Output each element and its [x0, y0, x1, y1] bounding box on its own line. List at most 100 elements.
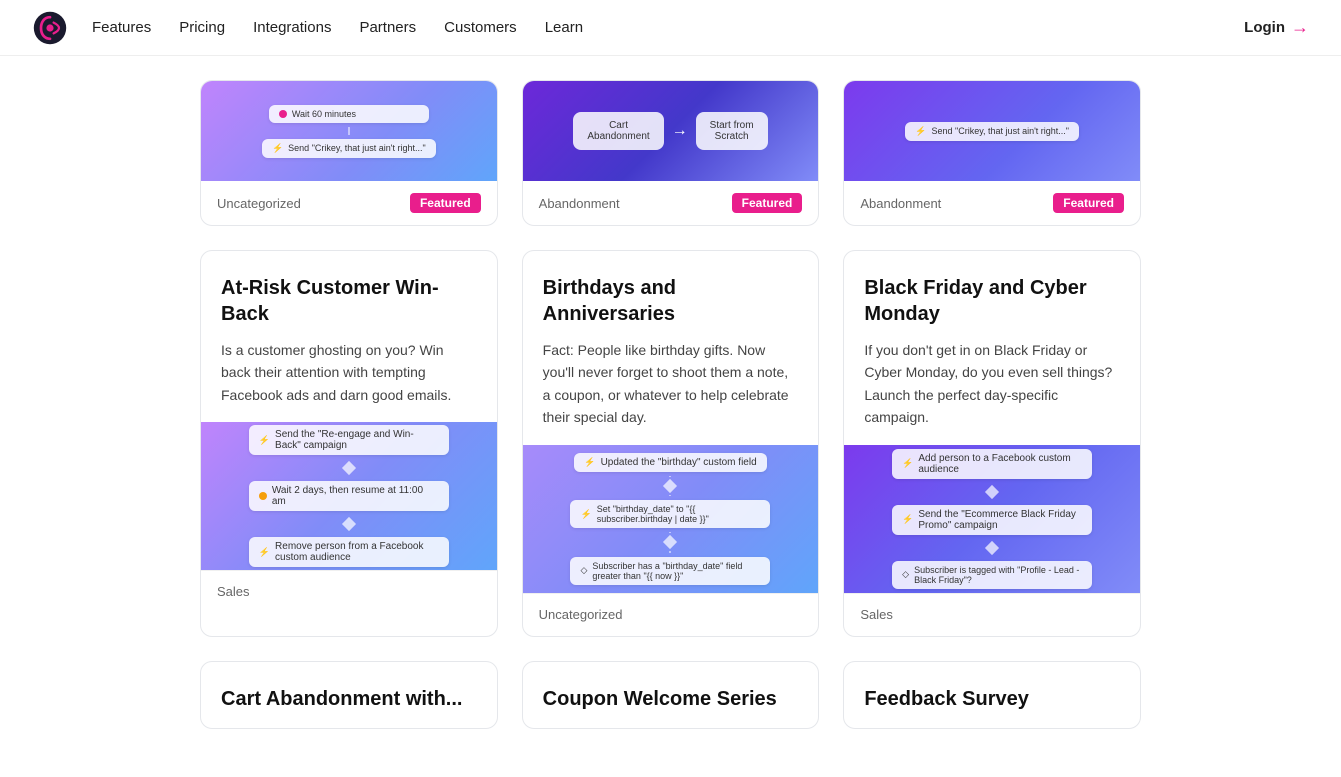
card-title: At-Risk Customer Win-Back	[221, 275, 477, 327]
workflow-node: ⚡ Set "birthday_date" to "{{ subscriber.…	[570, 500, 770, 528]
card-workflow-image: ⚡ Add person to a Facebook custom audien…	[844, 445, 1140, 593]
nav-integrations[interactable]: Integrations	[253, 19, 331, 36]
card-category: Uncategorized	[217, 196, 301, 211]
nav-customers[interactable]: Customers	[444, 19, 517, 36]
workflow-diagram: ⚡ Updated the "birthday" custom field ⚡ …	[523, 445, 819, 593]
card-category: Sales	[217, 584, 250, 599]
card-desc: Fact: People like birthday gifts. Now yo…	[543, 339, 799, 429]
workflow-node: ◇ Subscriber has a "birthday_date" field…	[570, 557, 770, 585]
bottom-card-3[interactable]: Feedback Survey	[843, 661, 1141, 729]
card-workflow-image: ⚡ Updated the "birthday" custom field ⚡ …	[523, 445, 819, 593]
card-category: Abandonment	[539, 196, 620, 211]
connector	[669, 532, 671, 533]
node-label: Wait 2 days, then resume at 11:00 am	[272, 485, 439, 507]
top-card-3-image: ⚡ Send "Crikey, that just ain't right...…	[844, 81, 1140, 181]
node-label: Wait 60 minutes	[292, 109, 356, 119]
card-body: Cart Abandonment with...	[201, 662, 497, 728]
diamond-icon	[985, 540, 999, 554]
card-title: Coupon Welcome Series	[543, 686, 799, 712]
connector	[669, 551, 671, 552]
workflow-node: Wait 2 days, then resume at 11:00 am	[249, 481, 449, 511]
node-label: Send the "Ecommerce Black Friday Promo" …	[918, 509, 1082, 531]
workflow-node: ⚡ Add person to a Facebook custom audien…	[892, 449, 1092, 479]
login-label: Login	[1244, 19, 1285, 36]
nav-features[interactable]: Features	[92, 19, 151, 36]
card-body: Coupon Welcome Series	[523, 662, 819, 728]
login-arrow-icon: →	[1291, 17, 1309, 38]
card-category: Abandonment	[860, 196, 941, 211]
nav-learn[interactable]: Learn	[545, 19, 583, 36]
black-friday-card[interactable]: Black Friday and Cyber Monday If you don…	[843, 250, 1141, 637]
card-workflow-image: ⚡ Send the "Re-engage and Win-Back" camp…	[201, 422, 497, 570]
login-button[interactable]: Login →	[1244, 17, 1309, 38]
workflow-node: ⚡ Send "Crikey, that just ain't right...…	[262, 139, 436, 158]
lightning-icon: ⚡	[584, 457, 595, 468]
dot-icon	[279, 110, 287, 118]
lightning-icon: ⚡	[259, 547, 270, 558]
workflow-diagram-1: Wait 60 minutes ⚡ Send "Crikey, that jus…	[201, 81, 497, 181]
card-footer: Sales	[844, 593, 1140, 636]
featured-badge: Featured	[1053, 193, 1124, 213]
workflow-diagram-3: ⚡ Send "Crikey, that just ain't right...…	[844, 81, 1140, 181]
card-footer: Uncategorized Featured	[201, 181, 497, 225]
card-title: Feedback Survey	[864, 686, 1120, 712]
top-card-2-image: CartAbandonment → Start fromScratch	[523, 81, 819, 181]
workflow-diagram-2: CartAbandonment → Start fromScratch	[523, 81, 819, 181]
card-footer: Abandonment Featured	[523, 181, 819, 225]
top-card-2[interactable]: CartAbandonment → Start fromScratch Aban…	[522, 80, 820, 226]
lightning-icon: ⚡	[580, 509, 591, 520]
node-label: Subscriber is tagged with "Profile - Lea…	[914, 565, 1082, 585]
card-title: Birthdays and Anniversaries	[543, 275, 799, 327]
nav-partners[interactable]: Partners	[359, 19, 416, 36]
check-icon: ◇	[902, 569, 909, 580]
diamond-icon	[663, 535, 677, 549]
card-category: Sales	[860, 607, 893, 622]
node-label: Send "Crikey, that just ain't right..."	[932, 126, 1070, 136]
connector	[348, 127, 350, 135]
featured-badge: Featured	[732, 193, 803, 213]
node-label: Subscriber has a "birthday_date" field g…	[592, 561, 760, 581]
dot-icon	[259, 492, 267, 500]
bottom-card-2[interactable]: Coupon Welcome Series	[522, 661, 820, 729]
bottom-row-cards: Cart Abandonment with... Coupon Welcome …	[200, 661, 1141, 729]
lightning-icon: ⚡	[272, 143, 283, 154]
top-row-cards: Wait 60 minutes ⚡ Send "Crikey, that jus…	[200, 80, 1141, 226]
card-body: Feedback Survey	[844, 662, 1140, 728]
bottom-card-1[interactable]: Cart Abandonment with...	[200, 661, 498, 729]
top-card-1[interactable]: Wait 60 minutes ⚡ Send "Crikey, that jus…	[200, 80, 498, 226]
nav-pricing[interactable]: Pricing	[179, 19, 225, 36]
card-desc: If you don't get in on Black Friday or C…	[864, 339, 1120, 429]
connector	[669, 476, 671, 477]
node-label: Send the "Re-engage and Win-Back" campai…	[275, 429, 439, 451]
logo[interactable]	[32, 10, 68, 46]
diamond-icon	[663, 479, 677, 493]
lightning-icon: ⚡	[902, 458, 913, 469]
card-footer: Abandonment Featured	[844, 181, 1140, 225]
workflow-node: ⚡ Send the "Ecommerce Black Friday Promo…	[892, 505, 1092, 535]
navigation: Features Pricing Integrations Partners C…	[0, 0, 1341, 56]
top-card-3[interactable]: ⚡ Send "Crikey, that just ain't right...…	[843, 80, 1141, 226]
card-footer: Sales	[201, 570, 497, 613]
check-icon: ◇	[580, 565, 587, 576]
card-category: Uncategorized	[539, 607, 623, 622]
workflow-node: Wait 60 minutes	[269, 105, 429, 123]
workflow-node: ⚡ Send the "Re-engage and Win-Back" camp…	[249, 425, 449, 455]
node-label: Add person to a Facebook custom audience	[918, 453, 1082, 475]
top-card-1-image: Wait 60 minutes ⚡ Send "Crikey, that jus…	[201, 81, 497, 181]
birthdays-card[interactable]: Birthdays and Anniversaries Fact: People…	[522, 250, 820, 637]
card-body: At-Risk Customer Win-Back Is a customer …	[201, 251, 497, 422]
lightning-icon: ⚡	[259, 435, 270, 446]
workflow-node: ⚡ Remove person from a Facebook custom a…	[249, 537, 449, 567]
featured-badge: Featured	[410, 193, 481, 213]
diamond-icon	[342, 461, 356, 475]
node-label: Remove person from a Facebook custom aud…	[275, 541, 439, 563]
nav-links: Features Pricing Integrations Partners C…	[92, 19, 1244, 36]
card-body: Birthdays and Anniversaries Fact: People…	[523, 251, 819, 445]
lightning-icon: ⚡	[915, 126, 926, 137]
lightning-icon: ⚡	[902, 514, 913, 525]
node-label: Send "Crikey, that just ain't right..."	[288, 143, 426, 153]
card-body: Black Friday and Cyber Monday If you don…	[844, 251, 1140, 445]
main-cards-row: At-Risk Customer Win-Back Is a customer …	[200, 250, 1141, 637]
at-risk-card[interactable]: At-Risk Customer Win-Back Is a customer …	[200, 250, 498, 637]
diamond-icon	[985, 484, 999, 498]
